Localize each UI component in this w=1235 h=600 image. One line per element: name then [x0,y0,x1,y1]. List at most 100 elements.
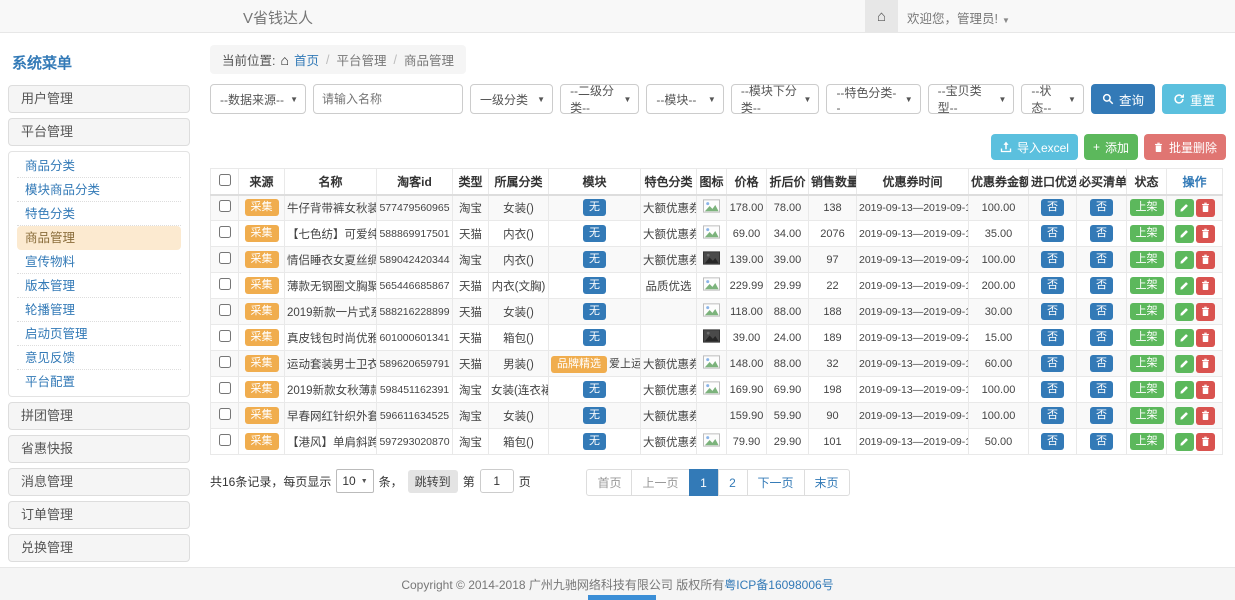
must-buy-badge[interactable]: 否 [1090,407,1113,424]
import-select-badge[interactable]: 否 [1041,303,1064,320]
sidebar-item-启动页管理[interactable]: 启动页管理 [17,322,181,346]
must-buy-badge[interactable]: 否 [1090,355,1113,372]
filter-select-1[interactable]: 一级分类▼ [470,84,553,114]
delete-button[interactable] [1196,277,1215,295]
pager-button-下一页[interactable]: 下一页 [747,469,805,496]
row-checkbox[interactable] [219,304,231,316]
import-select-badge[interactable]: 否 [1041,381,1064,398]
icp-link[interactable]: 粤ICP备16098006号 [724,576,833,593]
delete-button[interactable] [1196,329,1215,347]
import-select-badge[interactable]: 否 [1041,407,1064,424]
must-buy-badge[interactable]: 否 [1090,251,1113,268]
filter-select-3[interactable]: --模块--▼ [646,84,723,114]
per-page-select[interactable]: 10▼ [336,469,373,493]
edit-button[interactable] [1175,329,1194,347]
sidebar-item-商品分类[interactable]: 商品分类 [17,154,181,178]
row-checkbox[interactable] [219,434,231,446]
status-badge[interactable]: 上架 [1130,329,1164,346]
delete-button[interactable] [1196,355,1215,373]
sidebar-group-订单管理[interactable]: 订单管理 [8,501,190,529]
module-badge[interactable]: 无 [583,199,606,216]
sidebar-item-平台配置[interactable]: 平台配置 [17,370,181,394]
row-checkbox[interactable] [219,382,231,394]
import-select-badge[interactable]: 否 [1041,277,1064,294]
edit-button[interactable] [1175,251,1194,269]
sidebar-item-商品管理[interactable]: 商品管理 [17,226,181,250]
status-badge[interactable]: 上架 [1130,277,1164,294]
import-select-badge[interactable]: 否 [1041,251,1064,268]
module-badge[interactable]: 无 [583,407,606,424]
pager-button-2[interactable]: 2 [718,469,748,496]
sidebar-item-版本管理[interactable]: 版本管理 [17,274,181,298]
must-buy-badge[interactable]: 否 [1090,277,1113,294]
module-badge[interactable]: 无 [583,329,606,346]
sidebar-group-消息管理[interactable]: 消息管理 [8,468,190,496]
module-badge[interactable]: 品牌精选 [551,356,607,373]
row-checkbox[interactable] [219,356,231,368]
pager-button-上一页[interactable]: 上一页 [631,469,689,496]
jump-page-input[interactable] [480,469,514,493]
status-badge[interactable]: 上架 [1130,433,1164,450]
breadcrumb-home-link[interactable]: 首页 [294,50,319,69]
sidebar-item-宣传物料[interactable]: 宣传物料 [17,250,181,274]
row-checkbox[interactable] [219,330,231,342]
status-badge[interactable]: 上架 [1130,381,1164,398]
sidebar-group-平台管理[interactable]: 平台管理 [8,118,190,146]
import-select-badge[interactable]: 否 [1041,433,1064,450]
pager-button-1[interactable]: 1 [689,469,719,496]
row-checkbox[interactable] [219,252,231,264]
sidebar-group-省惠快报[interactable]: 省惠快报 [8,435,190,463]
row-checkbox[interactable] [219,278,231,290]
reset-button[interactable]: 重置 [1162,84,1226,114]
home-button[interactable]: ⌂ [865,0,898,32]
status-badge[interactable]: 上架 [1130,199,1164,216]
module-badge[interactable]: 无 [583,433,606,450]
must-buy-badge[interactable]: 否 [1090,225,1113,242]
filter-select-0[interactable]: --数据来源--▼ [210,84,306,114]
edit-button[interactable] [1175,407,1194,425]
status-badge[interactable]: 上架 [1130,303,1164,320]
status-badge[interactable]: 上架 [1130,251,1164,268]
batch-delete-button[interactable]: 批量删除 [1144,134,1226,160]
delete-button[interactable] [1196,381,1215,399]
module-badge[interactable]: 无 [583,251,606,268]
edit-button[interactable] [1175,303,1194,321]
sidebar-group-拼团管理[interactable]: 拼团管理 [8,402,190,430]
edit-button[interactable] [1175,199,1194,217]
edit-button[interactable] [1175,433,1194,451]
import-select-badge[interactable]: 否 [1041,225,1064,242]
select-all-checkbox[interactable] [219,174,231,186]
module-badge[interactable]: 无 [583,225,606,242]
delete-button[interactable] [1196,225,1215,243]
user-menu[interactable]: 欢迎您，管理员!▼ [907,8,1010,27]
pager-button-首页[interactable]: 首页 [586,469,632,496]
sidebar-item-特色分类[interactable]: 特色分类 [17,202,181,226]
filter-select-2[interactable]: --二级分类--▼ [560,84,639,114]
filter-select-4[interactable]: --模块下分类--▼ [731,84,820,114]
delete-button[interactable] [1196,433,1215,451]
filter-select-5[interactable]: --特色分类--▼ [826,84,920,114]
name-search-input[interactable] [313,84,463,114]
sidebar-group-兑换管理[interactable]: 兑换管理 [8,534,190,562]
delete-button[interactable] [1196,407,1215,425]
must-buy-badge[interactable]: 否 [1090,303,1113,320]
import-select-badge[interactable]: 否 [1041,355,1064,372]
must-buy-badge[interactable]: 否 [1090,381,1113,398]
must-buy-badge[interactable]: 否 [1090,433,1113,450]
sidebar-group-用户管理[interactable]: 用户管理 [8,85,190,113]
import-select-badge[interactable]: 否 [1041,199,1064,216]
pager-button-末页[interactable]: 末页 [804,469,850,496]
sidebar-item-模块商品分类[interactable]: 模块商品分类 [17,178,181,202]
delete-button[interactable] [1196,303,1215,321]
delete-button[interactable] [1196,199,1215,217]
import-excel-button[interactable]: 导入excel [991,134,1078,160]
module-badge[interactable]: 无 [583,381,606,398]
row-checkbox[interactable] [219,200,231,212]
add-button[interactable]: +添加 [1084,134,1138,160]
edit-button[interactable] [1175,225,1194,243]
row-checkbox[interactable] [219,408,231,420]
edit-button[interactable] [1175,277,1194,295]
sidebar-item-轮播管理[interactable]: 轮播管理 [17,298,181,322]
must-buy-badge[interactable]: 否 [1090,329,1113,346]
delete-button[interactable] [1196,251,1215,269]
